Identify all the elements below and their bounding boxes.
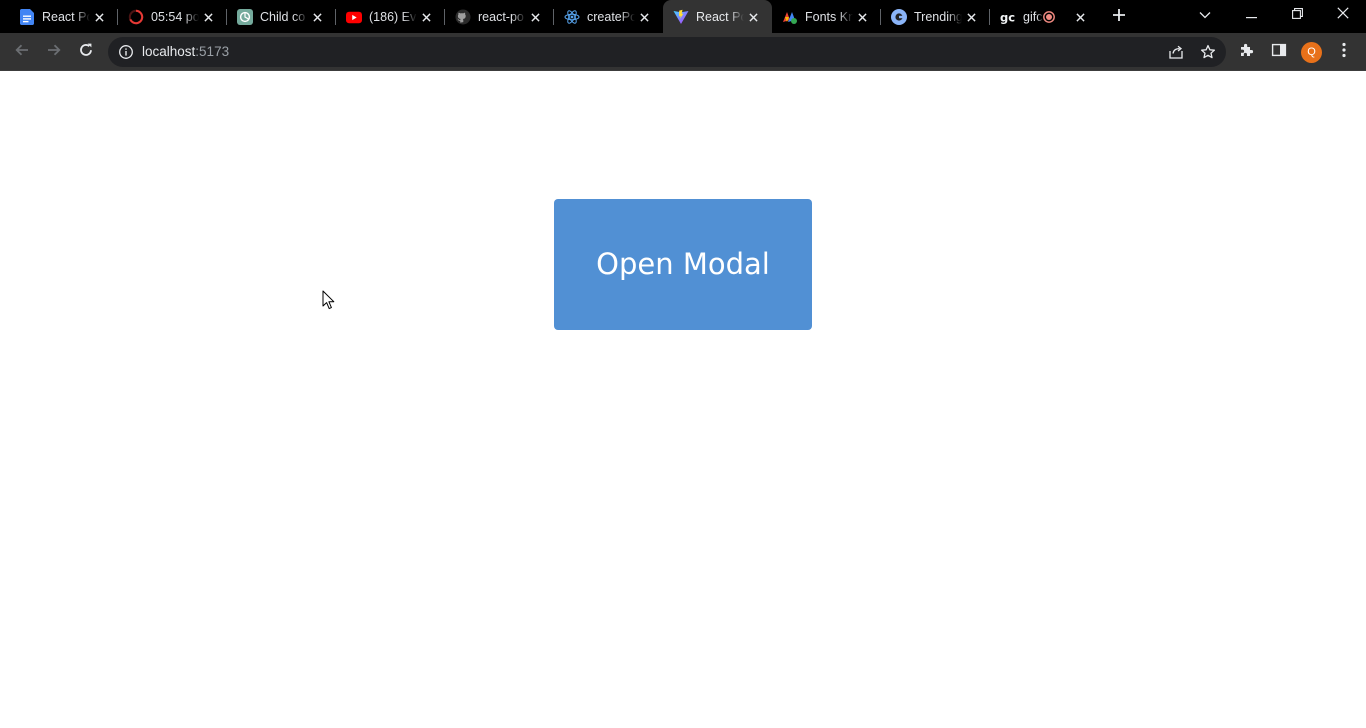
tab-title: Fonts Kn: [805, 10, 853, 24]
reload-button[interactable]: [72, 38, 100, 66]
tab-react-docs[interactable]: createPo: [554, 0, 663, 33]
tab-youtube[interactable]: (186) Ev: [336, 0, 445, 33]
tab-strip: React Po 05:54 po Child co (186) Ev reac…: [0, 0, 1366, 33]
new-tab-button[interactable]: [1108, 6, 1130, 28]
window-close-button[interactable]: [1320, 0, 1366, 30]
url-port: :5173: [195, 44, 230, 59]
side-panel-icon: [1271, 42, 1287, 63]
recording-icon: [1043, 11, 1055, 23]
tab-github[interactable]: react-po: [445, 0, 554, 33]
plus-icon: [1112, 8, 1126, 27]
tab-title: React Po: [42, 10, 90, 24]
side-panel-button[interactable]: [1265, 38, 1293, 66]
forward-button[interactable]: [40, 38, 68, 66]
tab-react-portal-active[interactable]: React Po: [663, 0, 772, 33]
arrow-left-icon: [14, 42, 30, 63]
tab-react-portal-doc[interactable]: React Po: [9, 0, 118, 33]
browser-toolbar: localhost:5173 Q: [0, 33, 1366, 71]
kebab-menu-icon: [1342, 42, 1346, 63]
close-icon[interactable]: [1071, 8, 1089, 26]
tab-title: React Po: [696, 10, 744, 24]
open-modal-button[interactable]: Open Modal: [554, 199, 812, 330]
chatgpt-icon: [237, 9, 253, 25]
share-icon[interactable]: [1168, 44, 1184, 60]
google-icon: [891, 9, 907, 25]
tab-title: Child co: [260, 10, 306, 24]
youtube-icon: [346, 9, 362, 25]
chevron-down-icon: [1199, 6, 1211, 24]
minimize-icon: [1245, 6, 1257, 24]
close-icon[interactable]: [744, 8, 762, 26]
tab-search-button[interactable]: [1182, 0, 1228, 30]
tab-title: 05:54 po: [151, 10, 199, 24]
url-host: localhost: [142, 44, 196, 59]
close-icon: [1337, 6, 1349, 24]
tab-trending[interactable]: Trending: [881, 0, 990, 33]
tab-title: Trending: [914, 10, 962, 24]
puzzle-piece-icon: [1239, 42, 1255, 63]
google-docs-icon: [19, 9, 35, 25]
info-icon[interactable]: [118, 44, 134, 60]
close-icon[interactable]: [635, 8, 653, 26]
close-icon[interactable]: [526, 8, 544, 26]
restore-button[interactable]: [1274, 0, 1320, 30]
github-icon: [455, 9, 471, 25]
close-icon[interactable]: [308, 8, 326, 26]
tab-title: createPo: [587, 10, 635, 24]
reload-icon: [78, 42, 94, 63]
react-icon: [564, 9, 580, 25]
fonts-knowledge-icon: [782, 9, 798, 25]
arrow-right-icon: [46, 42, 62, 63]
mouse-cursor-icon: [322, 290, 336, 310]
minimize-button[interactable]: [1228, 0, 1274, 30]
address-bar[interactable]: localhost:5173: [108, 37, 1226, 67]
svg-text:gc: gc: [1000, 10, 1015, 24]
tab-fonts-knowledge[interactable]: Fonts Kn: [772, 0, 881, 33]
close-icon[interactable]: [962, 8, 980, 26]
browser-menu-button[interactable]: [1330, 38, 1358, 66]
bookmark-star-icon[interactable]: [1200, 44, 1216, 60]
close-icon[interactable]: [199, 8, 217, 26]
url-text: localhost:5173: [142, 44, 229, 60]
profile-avatar[interactable]: Q: [1301, 42, 1322, 63]
vite-icon: [673, 9, 689, 25]
tab-title: react-po: [478, 10, 524, 24]
close-icon[interactable]: [417, 8, 435, 26]
tab-title: gifc: [1023, 10, 1043, 24]
close-icon[interactable]: [90, 8, 108, 26]
back-button[interactable]: [8, 38, 36, 66]
loading-spinner-icon: [128, 9, 144, 25]
page-content: Open Modal: [0, 71, 1366, 728]
tab-time[interactable]: 05:54 po: [118, 0, 227, 33]
tab-gifcap[interactable]: gc gifc: [990, 0, 1099, 33]
close-icon[interactable]: [853, 8, 871, 26]
tab-title: (186) Ev: [369, 10, 417, 24]
gifcap-icon: gc: [1000, 9, 1016, 25]
extensions-button[interactable]: [1233, 38, 1261, 66]
restore-icon: [1291, 6, 1303, 24]
tab-chatgpt[interactable]: Child co: [227, 0, 336, 33]
